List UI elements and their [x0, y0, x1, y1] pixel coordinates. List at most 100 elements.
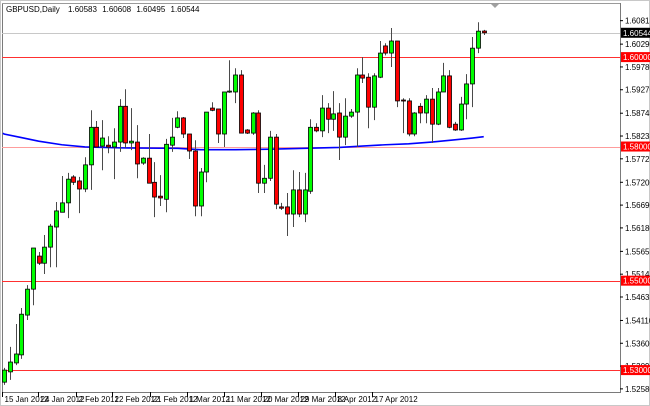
candle-body-bull [436, 91, 441, 125]
candle-body-bear [193, 150, 198, 207]
high-value: 1.60608 [102, 5, 131, 14]
candle-body-bear [187, 133, 192, 152]
candle-body-bull [291, 189, 296, 215]
current-price-label: 1.60544 [623, 29, 650, 38]
candle-body-bull [424, 98, 429, 114]
candle-body-bear [181, 117, 186, 135]
candle-body-bull [412, 112, 417, 135]
y-tick-label: 1.57725 [625, 155, 650, 164]
candle-body-bear [366, 76, 371, 108]
candle-body-bear [407, 100, 412, 135]
y-tick-label: 1.59270 [625, 86, 650, 95]
candle-body-bull [141, 157, 146, 164]
candle [25, 285, 30, 321]
candle-body-bull [8, 361, 13, 373]
candle-body-bear [279, 206, 284, 209]
y-tick-label: 1.53600 [625, 339, 650, 348]
candle-body-bear [123, 105, 128, 144]
candle-body-bull [89, 126, 94, 166]
candle [412, 112, 417, 137]
candle-body-bull [303, 189, 308, 215]
candle [268, 130, 273, 181]
candle-body-bull [268, 136, 273, 179]
candle-body-bull [355, 74, 360, 113]
candle-body-bear [106, 144, 111, 148]
candle-body-bull [66, 178, 71, 204]
candle-body-bear [274, 136, 279, 205]
candle-body-bear [337, 112, 342, 138]
level-price-label: 1.55000 [623, 277, 650, 286]
candle-body-bear [147, 157, 152, 184]
candle-body-bull [164, 143, 169, 200]
candle-body-bull [372, 75, 377, 108]
y-tick-label: 1.59780 [625, 63, 650, 72]
y-tick-label: 1.56690 [625, 201, 650, 210]
chart-background [0, 0, 650, 406]
candle-body-bull [14, 353, 19, 364]
candle-body-bull [470, 47, 475, 85]
candle [19, 307, 24, 359]
candle-body-bear [245, 129, 250, 134]
candle-body-bear [158, 195, 163, 199]
level-price-label: 1.53000 [623, 366, 650, 375]
candle-body-bear [37, 255, 42, 264]
candle-body-bear [216, 108, 221, 135]
candle [407, 98, 412, 137]
candle-body-bear [360, 74, 365, 79]
candle-body-bear [447, 75, 452, 128]
candle-body-bear [482, 30, 487, 34]
candle-body-bull [170, 136, 175, 146]
candle-body-bull [343, 115, 348, 138]
y-tick-label: 1.54110 [625, 316, 650, 325]
low-value: 1.60495 [136, 5, 165, 14]
candle-body-bear [314, 126, 319, 132]
candle-body-bull [2, 369, 7, 383]
candle-body-bear [71, 176, 76, 183]
symbol-label: GBPUSD,Daily [6, 5, 60, 14]
y-tick-label: 1.55655 [625, 247, 650, 256]
candle [245, 129, 250, 135]
candle-body-bull [42, 246, 47, 264]
candle-body-bull [222, 91, 227, 135]
candle-body-bull [129, 140, 134, 144]
candle-body-bull [60, 202, 65, 213]
candle-body-bull [233, 74, 238, 93]
y-tick-label: 1.54635 [625, 293, 650, 302]
candle-body-bear [418, 105, 423, 114]
candle-body-bear [210, 107, 215, 111]
candle-body-bull [19, 313, 24, 356]
candle [395, 40, 400, 108]
candle-body-bull [54, 210, 59, 228]
candle-body-bull [331, 113, 336, 120]
candlestick-chart[interactable]: 1.60815 1.60290 1.59780 1.59270 1.58745 1.582… [0, 0, 650, 406]
candle-body-bear [297, 189, 302, 215]
chart-title: GBPUSD,Daily 1.60583 1.60608 1.60495 1.6… [6, 5, 200, 14]
candle [193, 140, 198, 217]
candle-body-bull [441, 75, 446, 93]
open-value: 1.60583 [68, 5, 97, 14]
candle-body-bull [31, 247, 36, 290]
level-price-label: 1.60000 [623, 53, 650, 62]
close-value: 1.60544 [171, 5, 200, 14]
candle-body-bear [395, 40, 400, 102]
candle-body-bear [453, 123, 458, 131]
candle-body-bear [401, 99, 406, 102]
y-tick-label: 1.58745 [625, 109, 650, 118]
candle [239, 70, 244, 134]
candle-body-bull [25, 288, 30, 316]
y-tick-label: 1.58235 [625, 132, 650, 141]
candle-body-bull [320, 107, 325, 132]
candle-body-bull [227, 90, 232, 93]
candle-body-bull [199, 171, 204, 207]
candle [2, 367, 7, 385]
x-tick-label: 17 Apr 2012 [375, 395, 419, 404]
candle [204, 111, 209, 183]
candle [251, 112, 256, 135]
candle-body-bull [251, 112, 256, 134]
candle-body-bull [476, 30, 481, 49]
candle-body-bull [175, 117, 180, 128]
candle [256, 110, 261, 194]
candle-body-bear [383, 45, 388, 54]
candle-body-bear [256, 112, 261, 184]
candle-body-bull [204, 111, 209, 173]
